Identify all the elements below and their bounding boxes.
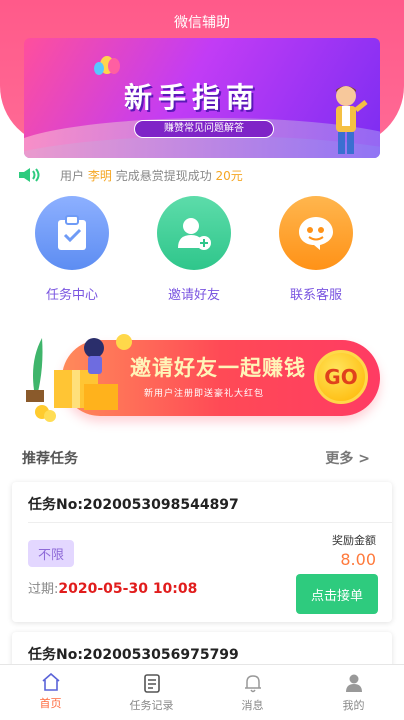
task-card[interactable]: 任务No:2020053098544897 不限 奖励金额 8.00 过期:20…	[12, 482, 392, 622]
tab-label: 消息	[241, 699, 264, 712]
task-tag: 不限	[28, 540, 75, 567]
document-icon	[143, 674, 160, 693]
invite-circle	[157, 196, 231, 270]
go-button[interactable]: GO	[314, 350, 368, 404]
support-circle	[279, 196, 353, 270]
user-icon	[345, 674, 362, 692]
invite-banner[interactable]: 邀请好友一起赚钱 新用户注册即送豪礼大红包 GO	[24, 330, 380, 424]
divider	[28, 522, 392, 523]
home-icon	[41, 673, 60, 691]
newbie-guide-banner[interactable]: 新手指南 赚赞常见问题解答	[24, 38, 380, 158]
quick-link-label: 联系客服	[289, 288, 342, 303]
task-number: 任务No:2020053056975799	[28, 647, 239, 663]
invite-title: 邀请好友一起赚钱	[130, 356, 306, 380]
deadline-label: 过期:	[28, 582, 59, 597]
more-link[interactable]: 更多 >	[325, 448, 370, 468]
tab-label: 我的	[342, 699, 365, 712]
section-title: 推荐任务	[22, 451, 78, 467]
notice-prefix: 用户	[60, 168, 85, 183]
gift-boxes-icon	[26, 334, 132, 422]
app-screen: 微信辅助 新手指南 赚赞常见问题解答 用户 李明 完成悬赏提现成功 20元 任务…	[0, 0, 404, 720]
tab-messages[interactable]: 消息	[202, 665, 303, 720]
deadline-value: 2020-05-30 10:08	[58, 581, 198, 597]
balloon-icon	[108, 58, 120, 74]
tab-label: 首页	[39, 697, 62, 710]
quick-link-label: 任务中心	[45, 288, 98, 303]
invite-subtitle: 新用户注册即送豪礼大红包	[144, 389, 265, 399]
quick-link-support[interactable]: 联系客服	[266, 196, 366, 303]
speaker-icon	[19, 168, 40, 182]
notice-amount: 20元	[215, 168, 243, 183]
tab-profile[interactable]: 我的	[303, 665, 404, 720]
banner-title: 新手指南	[124, 81, 261, 114]
bottom-tab-bar: 首页 任务记录 消息 我的	[0, 664, 404, 720]
page-title: 微信辅助	[174, 15, 230, 31]
clipboard-check-icon	[58, 215, 86, 250]
character-illustration-icon	[336, 86, 368, 154]
tab-task-records[interactable]: 任务记录	[101, 665, 202, 720]
notice-text: 完成悬赏提现成功	[115, 168, 212, 183]
task-deadline: 过期:2020-05-30 10:08	[28, 578, 197, 597]
add-user-icon	[178, 218, 211, 250]
notice-user: 李明	[87, 168, 112, 183]
balloon-icon	[94, 62, 104, 75]
reward-label: 奖励金额	[332, 534, 376, 547]
tab-home[interactable]: 首页	[0, 665, 101, 720]
tab-label: 任务记录	[129, 699, 174, 712]
accept-task-button[interactable]: 点击接单	[296, 574, 378, 614]
reward-amount: 8.00	[340, 550, 376, 569]
banner-subtitle: 赚赞常见问题解答	[134, 120, 274, 138]
quick-link-task-center[interactable]: 任务中心	[22, 196, 122, 303]
chat-icon	[299, 217, 333, 250]
task-center-circle	[35, 196, 109, 270]
quick-link-label: 邀请好友	[167, 288, 220, 303]
task-number: 任务No:2020053098544897	[28, 497, 239, 513]
quick-link-invite[interactable]: 邀请好友	[144, 196, 244, 303]
notice-bar: 用户 李明 完成悬赏提现成功 20元	[18, 164, 388, 186]
bell-icon	[244, 675, 261, 693]
